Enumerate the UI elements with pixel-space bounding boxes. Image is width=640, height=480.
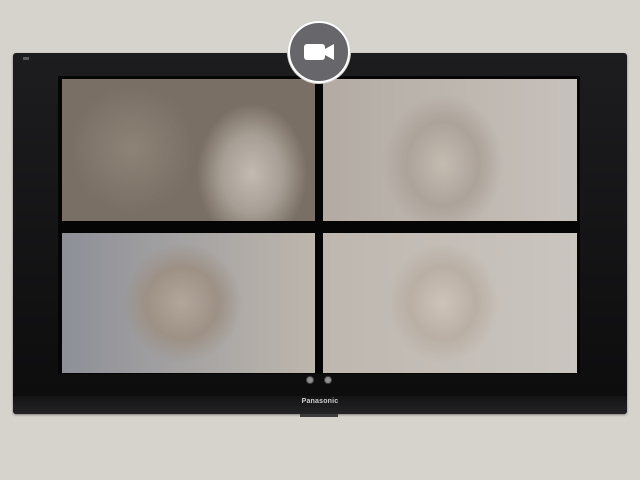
participant-tile-top-right[interactable]	[323, 79, 577, 221]
participant-tile-bottom-left[interactable]	[62, 233, 315, 373]
indicator-dots	[305, 377, 337, 387]
tv-corner-badge	[23, 57, 29, 60]
indicator-dot	[307, 377, 313, 383]
video-camera-icon	[304, 44, 334, 60]
participant-tile-top-left[interactable]	[62, 79, 315, 221]
tv-stand	[300, 414, 338, 417]
video-camera-badge[interactable]	[288, 21, 350, 83]
participant-tile-bottom-right[interactable]	[323, 233, 577, 373]
indicator-dot	[325, 377, 331, 383]
tv-brand-logo: Panasonic	[301, 398, 339, 405]
